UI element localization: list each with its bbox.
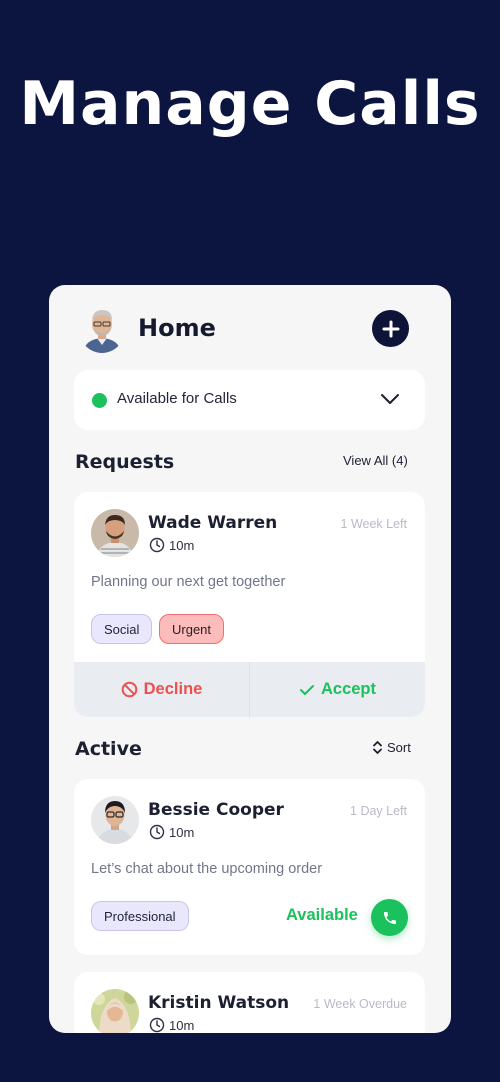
decline-label: Decline <box>143 680 203 698</box>
duration-value: 10m <box>169 1017 195 1033</box>
kristin-watson-avatar <box>91 989 139 1033</box>
tag-urgent: Urgent <box>159 614 225 644</box>
call-duration: 10m <box>149 1017 194 1033</box>
call-duration: 10m <box>149 537 194 553</box>
page-title: Home <box>138 314 216 342</box>
user-avatar[interactable] <box>79 305 125 353</box>
tag-social: Social <box>91 614 153 644</box>
ban-icon <box>121 681 137 698</box>
sort-label: Sort <box>387 740 411 755</box>
phone-icon <box>383 911 396 924</box>
time-left: 1 Day Left <box>350 804 407 818</box>
clock-icon <box>149 1017 165 1033</box>
requests-heading: Requests <box>75 451 175 473</box>
duration-value: 10m <box>169 824 195 840</box>
status-dot <box>92 393 107 408</box>
clock-icon <box>149 537 165 553</box>
bessie-cooper-avatar <box>91 796 139 844</box>
accept-label: Accept <box>320 680 377 698</box>
view-all-link[interactable]: View All (4) <box>343 453 408 468</box>
availability-dropdown[interactable]: Available for Calls <box>74 370 425 430</box>
tag-professional: Professional <box>91 901 189 931</box>
wade-warren-avatar <box>91 509 139 557</box>
top-bar: Home <box>49 285 451 371</box>
time-left: 1 Week Overdue <box>313 997 407 1011</box>
requester-name: Wade Warren <box>148 513 278 533</box>
add-button[interactable] <box>372 310 409 347</box>
caller-name: Kristin Watson <box>148 993 290 1013</box>
accept-button[interactable]: Accept <box>250 662 425 717</box>
availability-label: Available for Calls <box>117 390 237 407</box>
active-heading: Active <box>75 738 142 760</box>
request-card[interactable]: Wade Warren 10m 1 Week Left Planning our… <box>74 492 425 717</box>
sort-icon <box>373 741 382 754</box>
caller-name: Bessie Cooper <box>148 800 284 820</box>
chevron-down-icon <box>381 394 399 404</box>
sort-button[interactable]: Sort <box>372 740 411 755</box>
hero-title: Manage Calls <box>19 69 481 139</box>
active-call-card[interactable]: Kristin Watson 10m 1 Week Overdue <box>74 972 425 1033</box>
duration-value: 10m <box>169 537 195 553</box>
plus-icon <box>382 320 399 337</box>
check-icon <box>299 684 314 695</box>
decline-button[interactable]: Decline <box>74 662 250 717</box>
time-left: 1 Week Left <box>340 517 407 531</box>
app-screen: Home Available for Calls Requests View A… <box>49 285 451 1033</box>
call-button[interactable] <box>371 899 408 936</box>
call-duration: 10m <box>149 824 194 840</box>
request-actions: Decline Accept <box>74 662 425 717</box>
request-message: Planning our next get together <box>91 574 286 590</box>
availability-status: Available <box>286 906 358 924</box>
call-message: Let’s chat about the upcoming order <box>91 861 323 877</box>
clock-icon <box>149 824 165 840</box>
active-call-card[interactable]: Bessie Cooper 10m 1 Day Left Let’s chat … <box>74 779 425 955</box>
